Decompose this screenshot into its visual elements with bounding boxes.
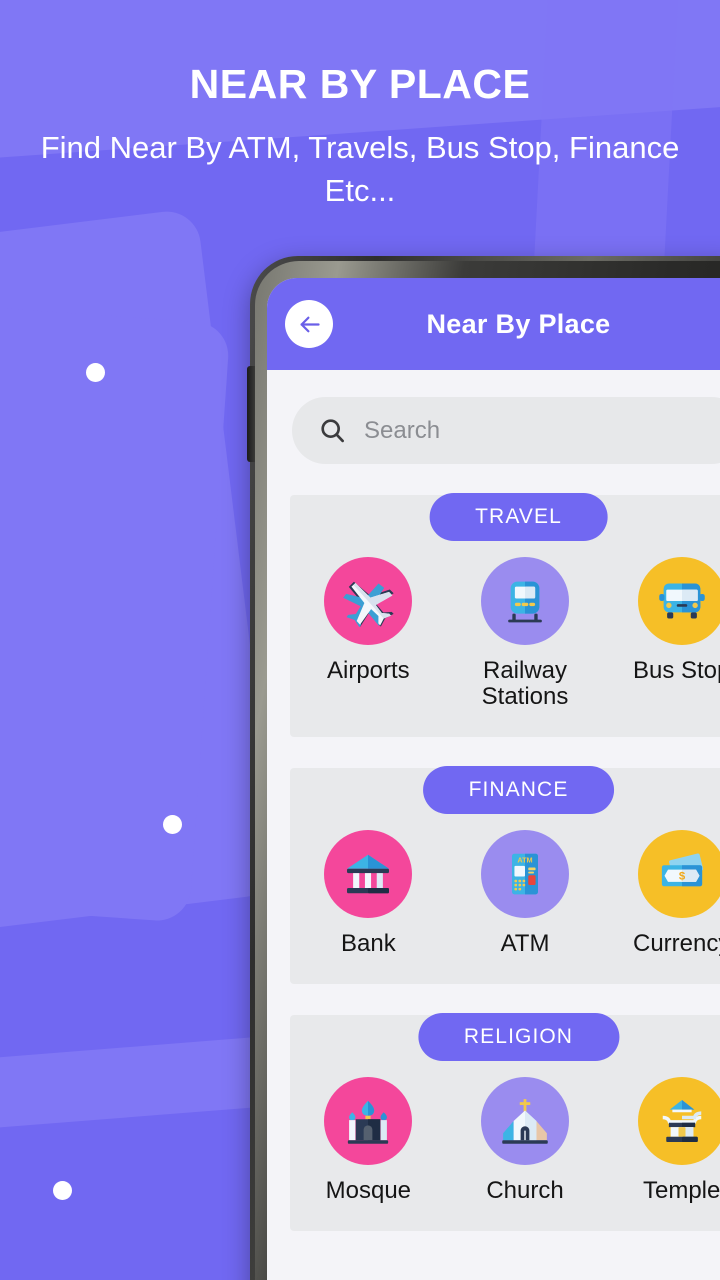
church-icon-circle — [481, 1076, 569, 1165]
airports-icon-circle — [324, 557, 413, 645]
arrow-left-icon — [296, 311, 323, 338]
airplane-icon — [339, 572, 397, 630]
railway-icon-circle — [481, 557, 569, 645]
temple-icon-circle — [637, 1076, 720, 1165]
promo-title: NEAR BY PLACE — [189, 61, 531, 107]
section-title-travel[interactable]: TRAVEL — [429, 493, 608, 541]
section-travel: TRAVEL Airports Railway Stations Bus Sto — [267, 493, 720, 737]
promo-subtitle: Find Near By ATM, Travels, Bus Stop, Fin… — [40, 130, 680, 208]
mosque-icon — [340, 1093, 396, 1149]
category-item-bus-stop[interactable]: Bus Stop — [603, 557, 720, 710]
church-icon — [497, 1093, 553, 1149]
category-label: Bank — [340, 929, 396, 957]
back-button[interactable] — [285, 300, 333, 348]
section-title-finance[interactable]: FINANCE — [422, 765, 615, 814]
promo-header: NEAR BY PLACE Find Near By ATM, Travels,… — [0, 0, 720, 213]
section-religion: RELIGION Mosque Church Temple — [267, 1012, 720, 1231]
bank-icon-circle — [324, 829, 413, 918]
category-item-railway-stations[interactable]: Railway Stations — [447, 557, 604, 710]
search-placeholder: Search — [364, 416, 441, 444]
category-label: Mosque — [325, 1176, 412, 1204]
svg-text:ATM: ATM — [517, 855, 532, 864]
decor-dot-3 — [53, 1181, 72, 1200]
category-label: Bus Stop — [632, 657, 720, 684]
search-input[interactable]: Search — [292, 397, 720, 464]
category-item-bank[interactable]: Bank — [290, 829, 447, 957]
temple-icon — [654, 1093, 710, 1149]
svg-text:$: $ — [679, 871, 686, 883]
mosque-icon-circle — [324, 1076, 413, 1165]
currency-icon: $ — [654, 846, 710, 902]
category-item-mosque[interactable]: Mosque — [290, 1076, 447, 1204]
category-label: Church — [486, 1176, 564, 1204]
category-item-airports[interactable]: Airports — [290, 557, 447, 710]
category-label: Railway Stations — [481, 657, 569, 710]
section-finance: FINANCE Bank ATM ATM $ Currenc — [267, 765, 720, 984]
app-bar: Near By Place — [267, 278, 720, 370]
category-label: Temple — [642, 1176, 720, 1204]
currency-icon-circle: $ — [637, 829, 720, 918]
phone-mockup: Near By Place Search TRAVEL Airports Rai… — [247, 256, 720, 1280]
atm-icon-circle: ATM — [481, 829, 569, 918]
category-label: ATM — [500, 929, 550, 957]
category-label: Airports — [326, 657, 410, 684]
category-grid-finance: Bank ATM ATM $ Currenc — [290, 829, 720, 957]
category-item-church[interactable]: Church — [447, 1076, 604, 1204]
category-item-atm[interactable]: ATM ATM — [447, 829, 604, 957]
bus-icon — [654, 573, 710, 629]
category-grid-travel: Airports Railway Stations Bus Sto — [290, 557, 720, 710]
bank-icon — [340, 846, 396, 902]
volume-button[interactable] — [247, 366, 255, 462]
section-title-religion[interactable]: RELIGION — [417, 1012, 620, 1061]
bus-icon-circle — [637, 557, 720, 645]
decor-dot-2 — [163, 815, 182, 834]
phone-screen: Near By Place Search TRAVEL Airports Rai… — [267, 278, 720, 1280]
category-label: Currency — [633, 929, 720, 957]
category-item-temple[interactable]: Temple — [603, 1076, 720, 1204]
train-icon — [498, 574, 552, 628]
atm-icon: ATM — [499, 848, 551, 900]
decor-dot-1 — [86, 363, 105, 382]
search-area: Search — [267, 370, 720, 464]
search-icon — [318, 416, 347, 445]
category-item-currency[interactable]: $ Currency — [603, 829, 720, 957]
category-grid-religion: Mosque Church Temple — [290, 1076, 720, 1204]
app-bar-title: Near By Place — [426, 308, 611, 339]
